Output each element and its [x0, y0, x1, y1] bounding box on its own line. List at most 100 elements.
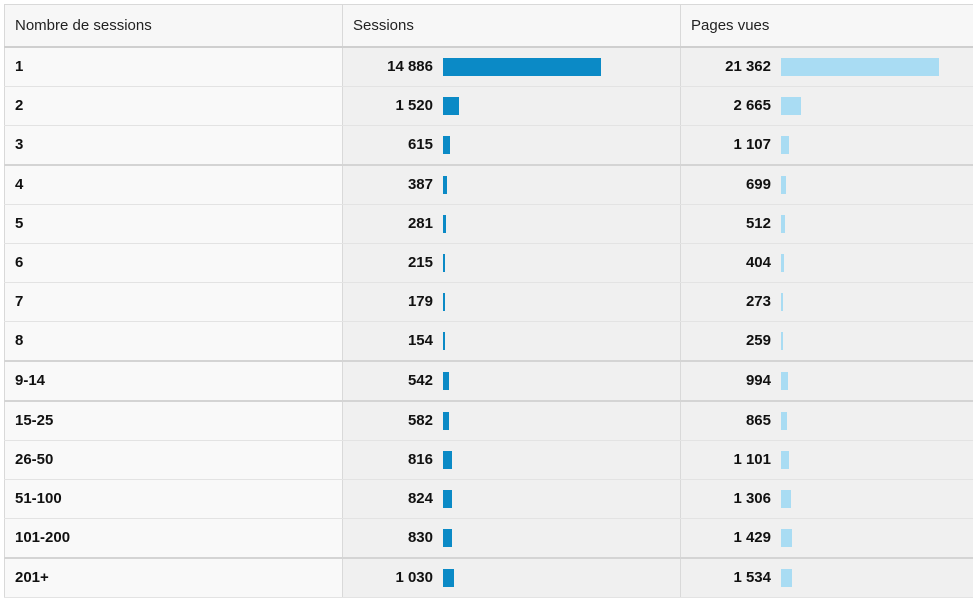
sessions-cell-content: 154	[343, 322, 680, 360]
sessions-value: 154	[343, 332, 443, 349]
pageviews-bar	[781, 529, 792, 547]
sessions-cell-content: 281	[343, 205, 680, 243]
sessions-value: 830	[343, 529, 443, 546]
table-row: 51-1008241 306	[5, 479, 973, 518]
pageviews-bar	[781, 451, 789, 469]
sessions-cell: 281	[343, 204, 681, 243]
sessions-bar	[443, 412, 449, 430]
pageviews-cell: 273	[681, 282, 973, 321]
sessions-cell: 1 030	[343, 558, 681, 598]
pageviews-cell: 865	[681, 401, 973, 441]
sessions-bar-track	[443, 412, 601, 430]
pageviews-bar-track	[781, 490, 939, 508]
sessions-cell-content: 179	[343, 283, 680, 321]
sessions-cell-content: 816	[343, 441, 680, 479]
pageviews-cell-content: 259	[681, 322, 973, 360]
table-row: 8154 259	[5, 321, 973, 361]
pageviews-bar-track	[781, 569, 939, 587]
pageviews-bar	[781, 490, 791, 508]
pageviews-bar	[781, 569, 792, 587]
sessions-value: 14 886	[343, 58, 443, 75]
sessions-cell: 542	[343, 361, 681, 401]
session-count-label: 4	[5, 165, 343, 205]
session-count-label: 1	[5, 47, 343, 87]
pageviews-cell: 21 362	[681, 47, 973, 87]
sessions-cell-content: 582	[343, 402, 680, 440]
pageviews-cell-content: 1 101	[681, 441, 973, 479]
sessions-bar	[443, 372, 449, 390]
column-header-session-count[interactable]: Nombre de sessions	[5, 5, 343, 47]
sessions-bar	[443, 58, 601, 76]
pageviews-cell: 699	[681, 165, 973, 205]
sessions-cell: 14 886	[343, 47, 681, 87]
sessions-value: 542	[343, 372, 443, 389]
pageviews-value: 2 665	[681, 97, 781, 114]
pageviews-bar	[781, 215, 785, 233]
session-count-label: 3	[5, 125, 343, 165]
pageviews-value: 21 362	[681, 58, 781, 75]
pageviews-cell: 1 306	[681, 479, 973, 518]
sessions-bar-track	[443, 529, 601, 547]
sessions-bar-track	[443, 215, 601, 233]
pageviews-value: 994	[681, 372, 781, 389]
table-row: 3615 1 107	[5, 125, 973, 165]
sessions-bar-track	[443, 136, 601, 154]
pageviews-cell: 1 429	[681, 518, 973, 558]
sessions-value: 179	[343, 293, 443, 310]
sessions-bar	[443, 451, 452, 469]
sessions-bar-track	[443, 490, 601, 508]
sessions-bar-track	[443, 293, 601, 311]
sessions-cell: 1 520	[343, 86, 681, 125]
pageviews-cell-content: 699	[681, 166, 973, 204]
sessions-cell-content: 387	[343, 166, 680, 204]
pageviews-value: 1 429	[681, 529, 781, 546]
pageviews-cell-content: 21 362	[681, 48, 973, 86]
table-body: 114 886 21 362 21 5202 665 3615 1 107 4387699…	[5, 47, 973, 598]
pageviews-value: 1 101	[681, 451, 781, 468]
pageviews-value: 1 107	[681, 136, 781, 153]
session-count-label: 101-200	[5, 518, 343, 558]
pageviews-bar-track	[781, 97, 939, 115]
table-header-row: Nombre de sessions Sessions Pages vues	[5, 5, 973, 47]
column-header-sessions[interactable]: Sessions	[343, 5, 681, 47]
pageviews-cell-content: 865	[681, 402, 973, 440]
sessions-cell: 816	[343, 440, 681, 479]
sessions-bar	[443, 215, 446, 233]
pageviews-value: 699	[681, 176, 781, 193]
sessions-bar-track	[443, 569, 601, 587]
pageviews-cell-content: 512	[681, 205, 973, 243]
table-row: 9-14542 994	[5, 361, 973, 401]
table-row: 15-25582865	[5, 401, 973, 441]
pageviews-value: 1 534	[681, 569, 781, 586]
sessions-value: 615	[343, 136, 443, 153]
sessions-cell-content: 14 886	[343, 48, 680, 86]
sessions-value: 281	[343, 215, 443, 232]
pageviews-bar-track	[781, 215, 939, 233]
session-count-label: 8	[5, 321, 343, 361]
pageviews-cell: 994	[681, 361, 973, 401]
sessions-bar	[443, 176, 447, 194]
pageviews-cell-content: 404	[681, 244, 973, 282]
session-count-label: 51-100	[5, 479, 343, 518]
pageviews-bar-track	[781, 176, 939, 194]
sessions-value: 582	[343, 412, 443, 429]
pageviews-value: 512	[681, 215, 781, 232]
table-row: 4387699	[5, 165, 973, 205]
session-count-label: 9-14	[5, 361, 343, 401]
sessions-bar	[443, 529, 452, 547]
session-count-label: 5	[5, 204, 343, 243]
column-header-pageviews[interactable]: Pages vues	[681, 5, 973, 47]
session-count-label: 2	[5, 86, 343, 125]
pageviews-cell-content: 1 306	[681, 480, 973, 518]
pageviews-value: 259	[681, 332, 781, 349]
sessions-bar-track	[443, 58, 601, 76]
pageviews-bar	[781, 97, 801, 115]
sessions-cell: 824	[343, 479, 681, 518]
sessions-value: 816	[343, 451, 443, 468]
pageviews-cell-content: 273	[681, 283, 973, 321]
sessions-cell-content: 1 030	[343, 559, 680, 597]
sessions-value: 1 030	[343, 569, 443, 586]
pageviews-cell: 259	[681, 321, 973, 361]
pageviews-cell-content: 1 534	[681, 559, 973, 597]
sessions-bar	[443, 490, 452, 508]
